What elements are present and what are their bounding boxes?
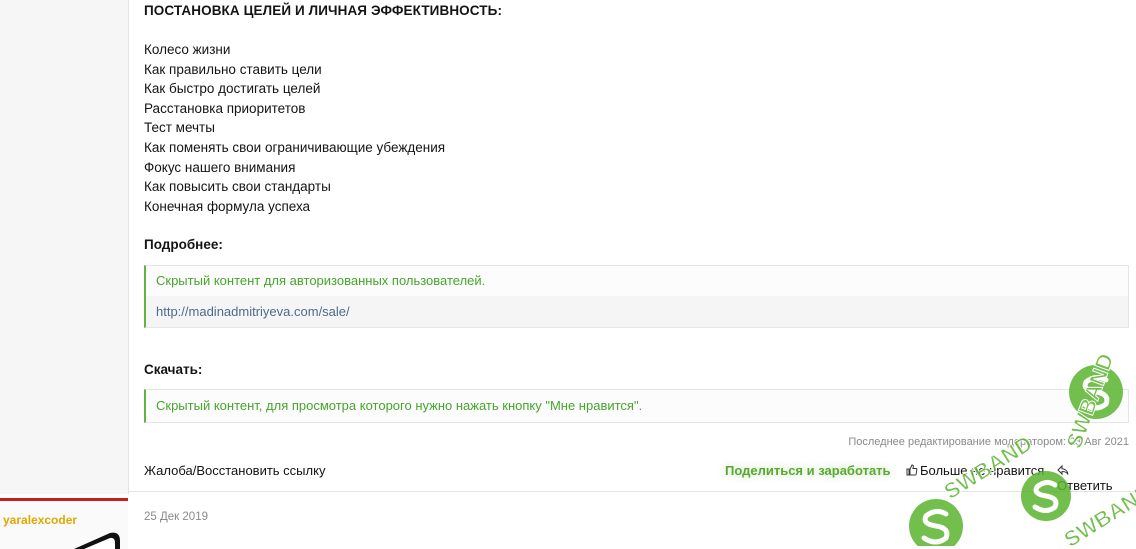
reply-arrow-icon (1057, 464, 1069, 476)
dislike-button[interactable]: Больше не нравится (906, 463, 1044, 478)
post-date: 25 Дек 2019 (144, 511, 208, 523)
next-post-author: yaralexcoder (0, 498, 128, 549)
message-user-column (0, 0, 129, 494)
topic-list: Колесо жизни Как правильно ставить цели … (144, 40, 445, 216)
more-label: Подробнее: (144, 237, 223, 252)
list-item: Как правильно ставить цели (144, 61, 322, 77)
thumbs-up-icon (906, 464, 918, 476)
list-item: Расстановка приоритетов (144, 100, 306, 116)
post-divider (128, 491, 1136, 492)
list-item: Конечная формула успеха (144, 198, 311, 214)
download-label: Скачать: (144, 362, 203, 377)
edited-note: Последнее редактирование модератором: 23… (848, 436, 1129, 448)
section-title: ПОСТАНОВКА ЦЕЛЕЙ И ЛИЧНАЯ ЭФФЕКТИВНОСТЬ: (144, 3, 503, 18)
dislike-label: Больше не нравится (920, 463, 1045, 478)
avatar[interactable] (70, 531, 122, 549)
hidden-download-box: Скрытый контент, для просмотра которого … (144, 389, 1129, 423)
list-item: Как быстро достигать целей (144, 81, 321, 97)
hidden-content-notice: Скрытый контент для авторизованных польз… (156, 273, 486, 288)
hidden-content-box: Скрытый контент для авторизованных польз… (144, 265, 1129, 328)
list-item: Тест мечты (144, 120, 215, 136)
reply-button[interactable]: Ответить (1057, 463, 1126, 493)
list-item: Как поменять свои ограничивающие убежден… (144, 139, 446, 155)
complain-link[interactable]: Жалоба/Восстановить ссылку (144, 463, 325, 478)
list-item: Фокус нашего внимания (144, 159, 296, 175)
list-item: Как повысить свои стандарты (144, 179, 331, 195)
share-earn-button[interactable]: Поделиться и заработать (725, 463, 891, 478)
post-actions: Жалоба/Восстановить ссылку Поделиться и … (144, 463, 1126, 493)
hidden-download-notice: Скрытый контент, для просмотра которого … (156, 398, 643, 413)
author-name[interactable]: yaralexcoder (3, 513, 77, 527)
external-link[interactable]: http://madinadmitriyeva.com/sale/ (146, 296, 1128, 327)
list-item: Колесо жизни (144, 42, 231, 57)
